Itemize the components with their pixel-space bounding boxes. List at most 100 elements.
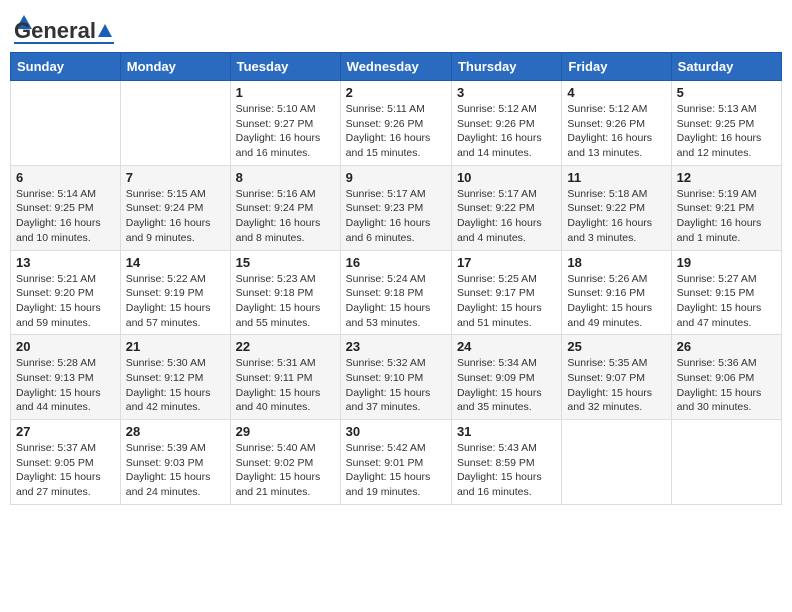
calendar-cell: 6 Sunrise: 5:14 AM Sunset: 9:25 PM Daylig… (11, 165, 121, 250)
day-number: 19 (677, 255, 776, 270)
day-info: Sunrise: 5:17 AM Sunset: 9:22 PM Dayligh… (457, 187, 556, 246)
calendar-cell: 23 Sunrise: 5:32 AM Sunset: 9:10 PM Dayli… (340, 335, 451, 420)
day-number: 23 (346, 339, 446, 354)
day-number: 21 (126, 339, 225, 354)
day-info: Sunrise: 5:36 AM Sunset: 9:06 PM Dayligh… (677, 356, 776, 415)
day-number: 24 (457, 339, 556, 354)
day-number: 16 (346, 255, 446, 270)
day-number: 3 (457, 85, 556, 100)
calendar-cell (671, 420, 781, 505)
col-header-monday: Monday (120, 53, 230, 81)
day-number: 13 (16, 255, 115, 270)
calendar-cell: 22 Sunrise: 5:31 AM Sunset: 9:11 PM Dayli… (230, 335, 340, 420)
day-number: 25 (567, 339, 665, 354)
calendar-week-row: 1 Sunrise: 5:10 AM Sunset: 9:27 PM Daylig… (11, 81, 782, 166)
calendar-cell: 20 Sunrise: 5:28 AM Sunset: 9:13 PM Dayli… (11, 335, 121, 420)
day-info: Sunrise: 5:16 AM Sunset: 9:24 PM Dayligh… (236, 187, 335, 246)
day-info: Sunrise: 5:14 AM Sunset: 9:25 PM Dayligh… (16, 187, 115, 246)
col-header-saturday: Saturday (671, 53, 781, 81)
calendar-week-row: 13 Sunrise: 5:21 AM Sunset: 9:20 PM Dayli… (11, 250, 782, 335)
calendar-cell: 11Sunrise: 5:18 AM Sunset: 9:22 PM Dayli… (562, 165, 671, 250)
day-info: Sunrise: 5:11 AM Sunset: 9:26 PM Dayligh… (346, 102, 446, 161)
day-info: Sunrise: 5:12 AM Sunset: 9:26 PM Dayligh… (457, 102, 556, 161)
day-number: 10 (457, 170, 556, 185)
col-header-tuesday: Tuesday (230, 53, 340, 81)
calendar-week-row: 20 Sunrise: 5:28 AM Sunset: 9:13 PM Dayli… (11, 335, 782, 420)
day-number: 4 (567, 85, 665, 100)
col-header-friday: Friday (562, 53, 671, 81)
calendar-cell: 26 Sunrise: 5:36 AM Sunset: 9:06 PM Dayli… (671, 335, 781, 420)
day-number: 15 (236, 255, 335, 270)
day-info: Sunrise: 5:12 AM Sunset: 9:26 PM Dayligh… (567, 102, 665, 161)
calendar-cell: 17 Sunrise: 5:25 AM Sunset: 9:17 PM Dayli… (451, 250, 561, 335)
day-info: Sunrise: 5:31 AM Sunset: 9:11 PM Dayligh… (236, 356, 335, 415)
calendar-header-row: SundayMondayTuesdayWednesdayThursdayFrid… (11, 53, 782, 81)
day-number: 11 (567, 170, 665, 185)
calendar-cell: 31 Sunrise: 5:43 AM Sunset: 8:59 PM Dayli… (451, 420, 561, 505)
day-number: 18 (567, 255, 665, 270)
calendar-cell (562, 420, 671, 505)
day-info: Sunrise: 5:21 AM Sunset: 9:20 PM Dayligh… (16, 272, 115, 331)
day-info: Sunrise: 5:39 AM Sunset: 9:03 PM Dayligh… (126, 441, 225, 500)
calendar-cell: 28 Sunrise: 5:39 AM Sunset: 9:03 PM Dayli… (120, 420, 230, 505)
calendar-cell: 16Sunrise: 5:24 AM Sunset: 9:18 PM Dayli… (340, 250, 451, 335)
calendar-cell: 7 Sunrise: 5:15 AM Sunset: 9:24 PM Daylig… (120, 165, 230, 250)
calendar-cell: 21 Sunrise: 5:30 AM Sunset: 9:12 PM Dayli… (120, 335, 230, 420)
calendar-cell: 10 Sunrise: 5:17 AM Sunset: 9:22 PM Dayli… (451, 165, 561, 250)
calendar-cell: 3 Sunrise: 5:12 AM Sunset: 9:26 PM Daylig… (451, 81, 561, 166)
calendar-cell: 24 Sunrise: 5:34 AM Sunset: 9:09 PM Dayli… (451, 335, 561, 420)
day-number: 1 (236, 85, 335, 100)
calendar-cell (11, 81, 121, 166)
calendar-cell: 2 Sunrise: 5:11 AM Sunset: 9:26 PM Daylig… (340, 81, 451, 166)
logo: General (14, 10, 114, 44)
calendar-cell: 8Sunrise: 5:16 AM Sunset: 9:24 PM Daylig… (230, 165, 340, 250)
day-number: 14 (126, 255, 225, 270)
calendar-cell: 18 Sunrise: 5:26 AM Sunset: 9:16 PM Dayli… (562, 250, 671, 335)
day-number: 26 (677, 339, 776, 354)
calendar-cell: 29Sunrise: 5:40 AM Sunset: 9:02 PM Dayli… (230, 420, 340, 505)
day-number: 22 (236, 339, 335, 354)
col-header-wednesday: Wednesday (340, 53, 451, 81)
day-number: 17 (457, 255, 556, 270)
day-number: 20 (16, 339, 115, 354)
day-info: Sunrise: 5:13 AM Sunset: 9:25 PM Dayligh… (677, 102, 776, 161)
day-info: Sunrise: 5:27 AM Sunset: 9:15 PM Dayligh… (677, 272, 776, 331)
day-number: 5 (677, 85, 776, 100)
calendar-cell: 14 Sunrise: 5:22 AM Sunset: 9:19 PM Dayli… (120, 250, 230, 335)
day-info: Sunrise: 5:15 AM Sunset: 9:24 PM Dayligh… (126, 187, 225, 246)
calendar-cell (120, 81, 230, 166)
day-number: 6 (16, 170, 115, 185)
day-info: Sunrise: 5:28 AM Sunset: 9:13 PM Dayligh… (16, 356, 115, 415)
day-info: Sunrise: 5:22 AM Sunset: 9:19 PM Dayligh… (126, 272, 225, 331)
calendar-cell: 5 Sunrise: 5:13 AM Sunset: 9:25 PM Daylig… (671, 81, 781, 166)
day-info: Sunrise: 5:42 AM Sunset: 9:01 PM Dayligh… (346, 441, 446, 500)
day-number: 31 (457, 424, 556, 439)
day-number: 7 (126, 170, 225, 185)
day-info: Sunrise: 5:23 AM Sunset: 9:18 PM Dayligh… (236, 272, 335, 331)
day-info: Sunrise: 5:17 AM Sunset: 9:23 PM Dayligh… (346, 187, 446, 246)
day-info: Sunrise: 5:30 AM Sunset: 9:12 PM Dayligh… (126, 356, 225, 415)
calendar-week-row: 27Sunrise: 5:37 AM Sunset: 9:05 PM Dayli… (11, 420, 782, 505)
day-number: 12 (677, 170, 776, 185)
calendar-cell: 19 Sunrise: 5:27 AM Sunset: 9:15 PM Dayli… (671, 250, 781, 335)
day-info: Sunrise: 5:32 AM Sunset: 9:10 PM Dayligh… (346, 356, 446, 415)
calendar-cell: 30Sunrise: 5:42 AM Sunset: 9:01 PM Dayli… (340, 420, 451, 505)
calendar-cell: 25 Sunrise: 5:35 AM Sunset: 9:07 PM Dayli… (562, 335, 671, 420)
logo-icon (98, 24, 112, 37)
day-number: 2 (346, 85, 446, 100)
day-info: Sunrise: 5:10 AM Sunset: 9:27 PM Dayligh… (236, 102, 335, 161)
day-info: Sunrise: 5:25 AM Sunset: 9:17 PM Dayligh… (457, 272, 556, 331)
logo-underline (14, 42, 114, 44)
col-header-sunday: Sunday (11, 53, 121, 81)
calendar-cell: 4 Sunrise: 5:12 AM Sunset: 9:26 PM Daylig… (562, 81, 671, 166)
day-info: Sunrise: 5:43 AM Sunset: 8:59 PM Dayligh… (457, 441, 556, 500)
day-info: Sunrise: 5:35 AM Sunset: 9:07 PM Dayligh… (567, 356, 665, 415)
calendar-cell: 15 Sunrise: 5:23 AM Sunset: 9:18 PM Dayli… (230, 250, 340, 335)
calendar-cell: 9Sunrise: 5:17 AM Sunset: 9:23 PM Daylig… (340, 165, 451, 250)
day-info: Sunrise: 5:19 AM Sunset: 9:21 PM Dayligh… (677, 187, 776, 246)
day-info: Sunrise: 5:34 AM Sunset: 9:09 PM Dayligh… (457, 356, 556, 415)
calendar-week-row: 6 Sunrise: 5:14 AM Sunset: 9:25 PM Daylig… (11, 165, 782, 250)
day-number: 28 (126, 424, 225, 439)
day-info: Sunrise: 5:26 AM Sunset: 9:16 PM Dayligh… (567, 272, 665, 331)
day-number: 29 (236, 424, 335, 439)
